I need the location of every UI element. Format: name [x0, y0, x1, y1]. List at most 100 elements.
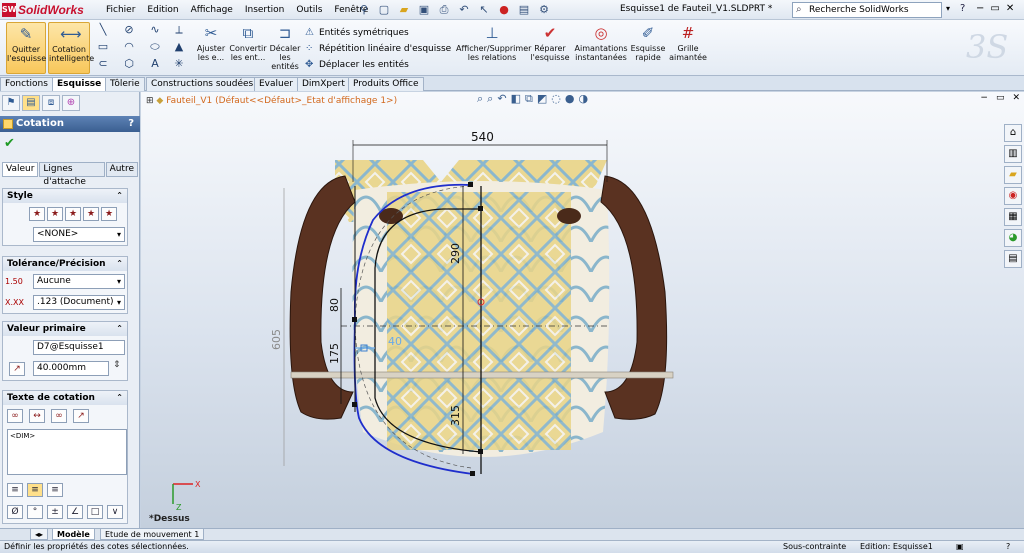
new-document-icon[interactable]: ▢ [375, 2, 393, 18]
text-center-icon[interactable]: ↔ [29, 409, 45, 423]
ellipse-icon[interactable]: ⬭ [145, 40, 165, 54]
point-icon[interactable]: ✳ [169, 57, 189, 71]
plus-minus-symbol-button[interactable]: ± [47, 505, 63, 519]
status-help-icon[interactable]: ▣ [956, 541, 964, 553]
ok-check-icon[interactable]: ✔ [4, 136, 15, 151]
pin-icon[interactable]: ⚲ [355, 2, 373, 18]
rebuild-icon[interactable]: ● [495, 2, 513, 18]
tab-esquisse[interactable]: Esquisse [52, 77, 107, 91]
dim-540-label[interactable]: 540 [471, 130, 494, 144]
dim-175-label[interactable]: 175 [328, 343, 341, 364]
property-manager-icon[interactable]: ▤ [22, 95, 40, 111]
display-relations-button[interactable]: ⊥ Afficher/Supprimer les relations [456, 22, 531, 74]
restore-icon[interactable]: ▭ [990, 3, 999, 14]
repair-sketch-button[interactable]: ✔ Réparer l'esquisse [530, 22, 570, 74]
convert-entities-button[interactable]: ⧉ Convertir les ent... [229, 22, 267, 74]
text-parens-icon[interactable]: ∞ [7, 409, 23, 423]
dim-40-label[interactable]: 40 [388, 335, 402, 348]
align-left-icon[interactable]: ≡ [7, 483, 23, 497]
mirror-entities-button[interactable]: ⚠ Entités symétriques [305, 25, 455, 41]
dimension-value-field[interactable]: 40.000mm [33, 361, 109, 376]
delete-style-icon[interactable]: ★ [65, 207, 81, 221]
save-icon[interactable]: ▣ [415, 2, 433, 18]
rectangle-icon[interactable]: ▭ [93, 40, 113, 54]
apply-style-icon[interactable]: ★ [29, 207, 45, 221]
resources-icon[interactable]: ⌂ [1004, 124, 1022, 142]
dimension-icon[interactable]: ⟂ [169, 23, 189, 37]
diameter-symbol-button[interactable]: Ø [7, 505, 23, 519]
menu-edition[interactable]: Edition [141, 3, 184, 17]
tab-tolerie[interactable]: Tôlerie [105, 77, 145, 91]
dim-80-label[interactable]: 80 [328, 298, 341, 312]
quick-snaps-button[interactable]: ◎ Aimantations instantanées [574, 22, 628, 74]
search-dropdown-icon[interactable]: ▾ [946, 4, 950, 13]
close-icon[interactable]: ✕ [1006, 3, 1014, 14]
dimension-name-field[interactable]: D7@Esquisse1 [33, 340, 125, 355]
text-offset-icon[interactable]: ↗ [73, 409, 89, 423]
menu-fichier[interactable]: Fichier [100, 3, 141, 17]
align-right-icon[interactable]: ≡ [47, 483, 63, 497]
style-select[interactable]: <NONE> ▾ [33, 227, 125, 242]
menu-insertion[interactable]: Insertion [239, 3, 291, 17]
feature-manager-icon[interactable]: ⚑ [2, 95, 20, 111]
tab-constructions-soudees[interactable]: Constructions soudées [146, 77, 259, 91]
nav-arrows-icon[interactable]: ◂▸ [30, 529, 49, 540]
configuration-manager-icon[interactable]: ⧈ [42, 95, 60, 111]
primary-value-header[interactable]: Valeur primaire ⌃ [3, 322, 127, 336]
arc-icon[interactable]: ◠ [119, 40, 139, 54]
angle-symbol-button[interactable]: ∠ [67, 505, 83, 519]
sketch-point[interactable] [352, 402, 357, 407]
help-icon[interactable]: ? [960, 3, 965, 14]
status-help-question-icon[interactable]: ? [1006, 541, 1010, 553]
degree-symbol-button[interactable]: ° [27, 505, 43, 519]
tolerance-type-select[interactable]: Aucune ▾ [33, 274, 125, 289]
align-center-icon[interactable]: ≡ [27, 483, 43, 497]
text-icon[interactable]: A [145, 57, 165, 71]
view-palette-icon[interactable]: ▦ [1004, 208, 1022, 226]
precision-select[interactable]: .123 (Document) ▾ [33, 295, 125, 310]
line-icon[interactable]: ╲ [93, 23, 113, 37]
tab-etude-mouvement[interactable]: Etude de mouvement 1 [100, 529, 205, 540]
style-header[interactable]: Style ⌃ [3, 189, 127, 203]
snap-grid-button[interactable]: # Grille aimantée [668, 22, 708, 74]
move-entities-button[interactable]: ✥ Déplacer les entités [305, 57, 455, 73]
tolerance-header[interactable]: Tolérance/Précision ⌃ [3, 257, 127, 271]
sketch-point[interactable] [478, 449, 483, 454]
sketch-point[interactable] [468, 182, 473, 187]
save-style-icon[interactable]: ★ [83, 207, 99, 221]
subtab-autre[interactable]: Autre [105, 162, 138, 177]
sketch-canvas[interactable]: 540 605 290 80 175 40 315 X Z [141, 92, 1024, 528]
appearances-icon[interactable]: ◕ [1004, 229, 1022, 247]
minimize-icon[interactable]: − [976, 3, 984, 14]
subtab-lignes-attache[interactable]: Lignes d'attache [39, 162, 105, 187]
linear-pattern-button[interactable]: ⁘ Répétition linéaire d'esquisse [305, 41, 455, 57]
print-icon[interactable]: ⎙ [435, 2, 453, 18]
app-logo[interactable]: SW SolidWorks [2, 2, 94, 18]
dimension-text-area[interactable]: <DIM> [7, 429, 127, 475]
smart-dimension-button[interactable]: ⟷ Cotation intelligente [48, 22, 94, 74]
options-icon[interactable]: ⚙ [535, 2, 553, 18]
panel-help-button[interactable]: ? [128, 116, 134, 132]
sketch-point[interactable] [352, 317, 357, 322]
add-style-icon[interactable]: ★ [47, 207, 63, 221]
menu-outils[interactable]: Outils [290, 3, 328, 17]
rapid-sketch-button[interactable]: ✐ Esquisse rapide [630, 22, 666, 74]
graphics-area[interactable]: ⊞ ◆ Fauteil_V1 (Défaut<<Défaut>_Etat d'a… [141, 92, 1024, 528]
undo-icon[interactable]: ↶ [455, 2, 473, 18]
circle-icon[interactable]: ⊘ [119, 23, 139, 37]
load-style-icon[interactable]: ★ [101, 207, 117, 221]
offset-entities-button[interactable]: ⊐ Décaler les entités [269, 22, 301, 74]
file-properties-icon[interactable]: ▤ [515, 2, 533, 18]
menu-affichage[interactable]: Affichage [185, 3, 239, 17]
sketch-point[interactable] [478, 206, 483, 211]
custom-properties-icon[interactable]: ▤ [1004, 250, 1022, 268]
value-spinner-icon[interactable]: ⇕ [113, 360, 121, 370]
open-folder-icon[interactable]: ▰ [395, 2, 413, 18]
dimxpert-manager-icon[interactable]: ⊕ [62, 95, 80, 111]
spline-icon[interactable]: ∿ [145, 23, 165, 37]
more-symbols-button[interactable]: ∨ [107, 505, 123, 519]
tab-dimxpert[interactable]: DimXpert [297, 77, 350, 91]
slot-icon[interactable]: ⊂ [93, 57, 113, 71]
dim-605-label[interactable]: 605 [270, 329, 283, 350]
dimension-text-header[interactable]: Texte de cotation ⌃ [3, 391, 127, 405]
